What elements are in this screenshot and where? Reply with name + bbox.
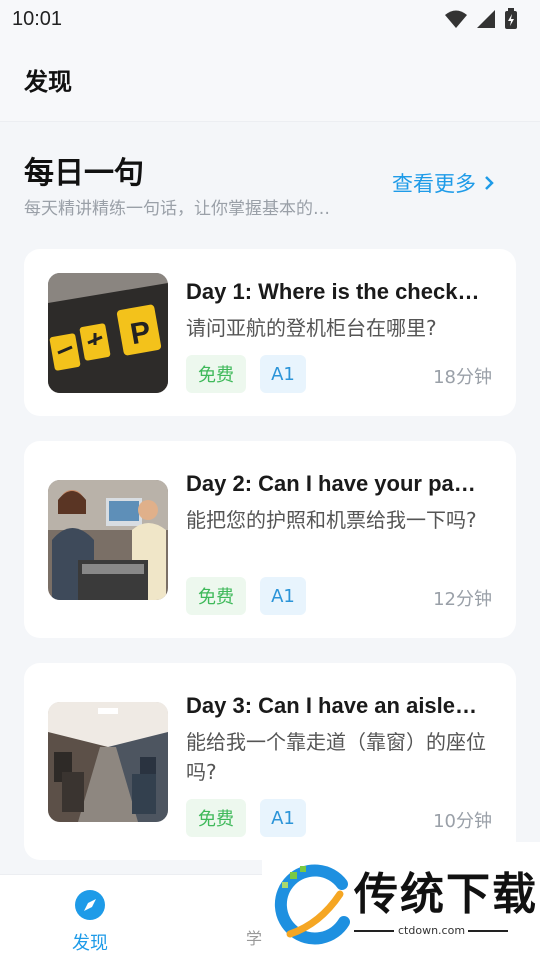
lesson-title: Day 2: Can I have your pa… [186, 471, 476, 496]
nav-label-learn: 学 [246, 929, 263, 948]
watermark-logo [274, 864, 350, 945]
lesson-card[interactable]: Day 3: Can I have an aisle… 能给我一个靠走道（靠窗）… [24, 663, 516, 860]
daily-sentence-header: 每日一句 每天精讲精练一句话，让你掌握基本的… 查看更多 [24, 148, 516, 224]
lesson-duration: 12分钟 [433, 589, 492, 610]
section-title: 每日一句 [24, 156, 144, 191]
watermark-brand: 传统下载 [354, 869, 538, 920]
level-tag: A1 [260, 799, 306, 837]
lesson-duration: 10分钟 [433, 811, 492, 832]
free-tag: 免费 [186, 799, 246, 837]
signal-icon [477, 10, 495, 28]
lesson-thumbnail [48, 480, 168, 600]
watermark-line-left [354, 930, 394, 932]
level-tag: A1 [260, 577, 306, 615]
app-bar: 发现 [0, 38, 540, 122]
chevron-right-icon [485, 176, 494, 190]
lesson-description: 能给我一个靠走道（靠窗）的座位吗? [186, 730, 486, 784]
see-more-label: 查看更多 [392, 172, 476, 196]
nav-item-discover[interactable]: 发现 [62, 889, 118, 955]
watermark-line-right [468, 930, 508, 932]
see-more-link[interactable]: 查看更多 [392, 168, 494, 198]
lesson-description: 请问亚航的登机柜台在哪里? [186, 316, 437, 340]
lesson-title: Day 3: Can I have an aisle… [186, 693, 478, 718]
compass-icon [75, 890, 105, 920]
wifi-icon [445, 10, 467, 28]
lesson-duration: 18分钟 [433, 367, 492, 388]
lesson-thumbnail: P [48, 273, 168, 393]
page-title: 发现 [24, 68, 72, 96]
lesson-title: Day 1: Where is the check… [186, 279, 480, 304]
watermark-overlay: 传统下载 ctdown.com [262, 842, 540, 960]
status-bar: 10:01 [0, 0, 540, 38]
watermark-url: ctdown.com [398, 924, 466, 937]
section-subtitle: 每天精讲精练一句话，让你掌握基本的… [24, 199, 330, 219]
status-time: 10:01 [12, 7, 63, 30]
lesson-thumbnail [48, 702, 168, 822]
lesson-card[interactable]: Day 2: Can I have your pa… 能把您的护照和机票给我一下… [24, 441, 516, 638]
lesson-card[interactable]: P Day 1: Where is the check… 请问亚航的登机柜台在哪… [24, 249, 516, 416]
status-icons [444, 8, 518, 30]
battery-icon [505, 8, 517, 29]
lesson-description: 能把您的护照和机票给我一下吗? [186, 508, 477, 532]
free-tag: 免费 [186, 577, 246, 615]
nav-label-discover: 发现 [72, 933, 108, 954]
free-tag: 免费 [186, 355, 246, 393]
level-tag: A1 [260, 355, 306, 393]
